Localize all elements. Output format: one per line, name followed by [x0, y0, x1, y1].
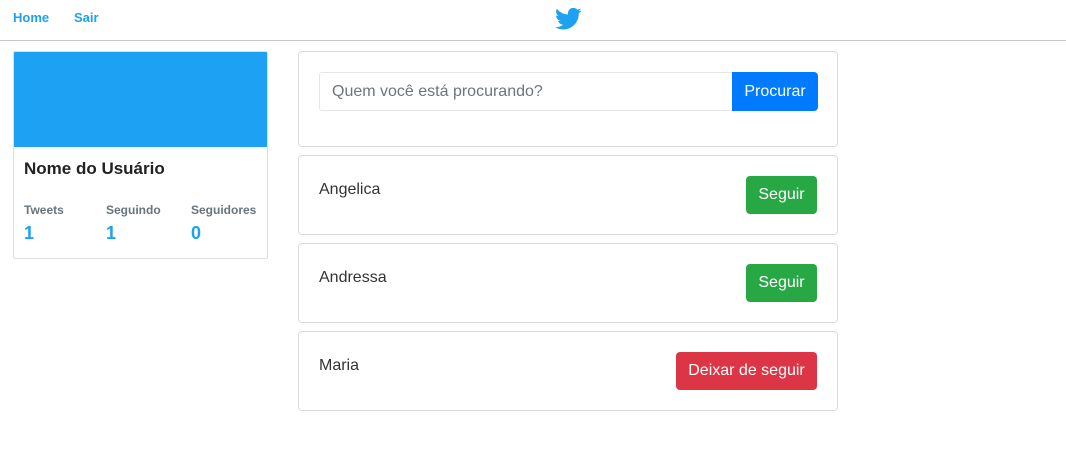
- twitter-bird-icon: [555, 7, 582, 30]
- stat-tweets-label: Tweets: [24, 203, 64, 217]
- stat-followers-label: Seguidores: [191, 203, 257, 217]
- follow-button[interactable]: Seguir: [746, 176, 817, 214]
- top-navbar: Home Sair: [0, 0, 1066, 41]
- nav-home-link[interactable]: Home: [13, 10, 49, 25]
- user-card: Angelica Seguir: [298, 155, 838, 235]
- stat-following-label: Seguindo: [106, 203, 161, 217]
- stat-followers-value: 0: [191, 223, 202, 243]
- user-name: Angelica: [319, 181, 381, 198]
- stat-followers[interactable]: Seguidores 0: [191, 203, 256, 244]
- user-card: Maria Deixar de seguir: [298, 331, 838, 411]
- stat-following-value: 1: [106, 223, 117, 243]
- profile-name: Nome do Usuário: [24, 159, 165, 178]
- search-card: Procurar: [298, 51, 838, 147]
- user-name: Maria: [319, 357, 360, 374]
- follow-button[interactable]: Seguir: [746, 264, 817, 302]
- stat-following[interactable]: Seguindo 1: [106, 203, 161, 244]
- search-input[interactable]: [319, 72, 732, 111]
- unfollow-button[interactable]: Deixar de seguir: [676, 352, 817, 390]
- stat-tweets-value: 1: [24, 223, 35, 243]
- stat-tweets[interactable]: Tweets 1: [24, 203, 64, 244]
- user-card: Andressa Seguir: [298, 243, 838, 323]
- user-name: Andressa: [319, 269, 387, 286]
- profile-banner: [14, 52, 267, 147]
- search-button[interactable]: Procurar: [732, 72, 818, 111]
- profile-card: Nome do Usuário Tweets 1 Seguindo 1 Segu…: [13, 51, 268, 259]
- nav-logout-link[interactable]: Sair: [74, 10, 99, 25]
